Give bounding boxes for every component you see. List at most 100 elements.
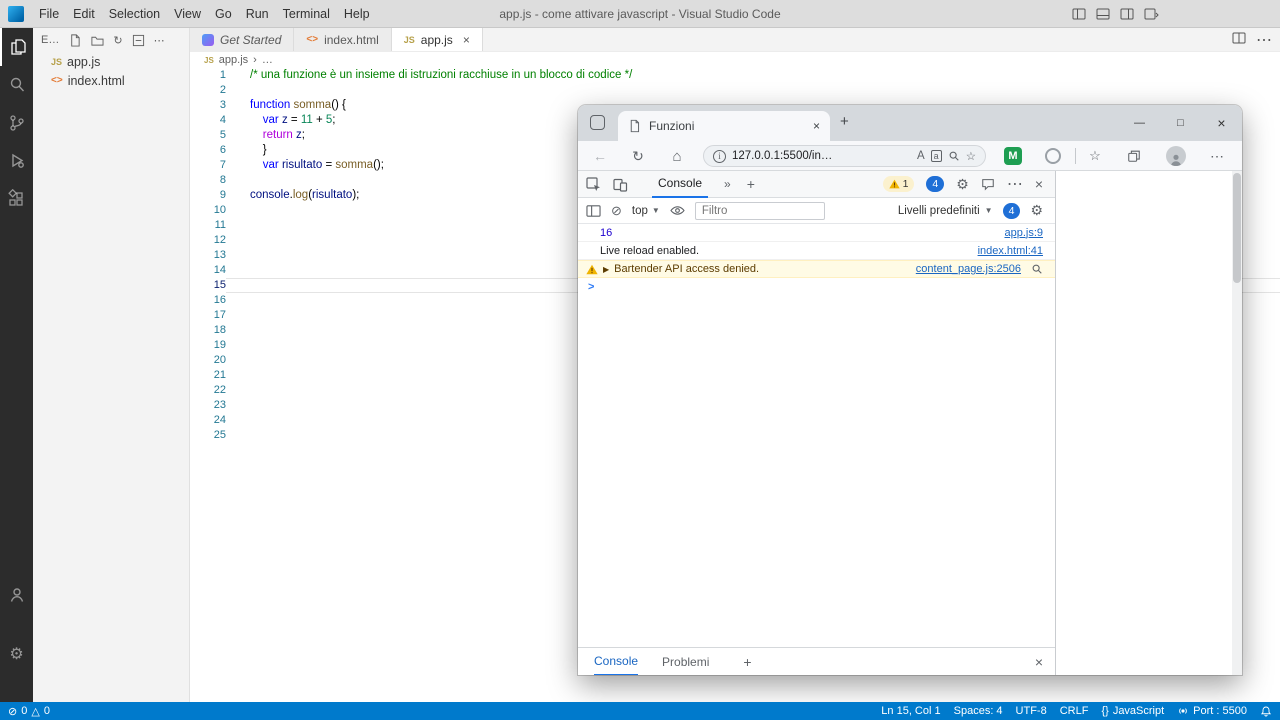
profile-avatar[interactable] <box>1166 141 1186 171</box>
messages-badge[interactable]: 4 <box>926 176 944 192</box>
customize-devtools-icon[interactable]: ⋯ <box>1007 174 1023 194</box>
console-sidebar-icon[interactable] <box>586 204 601 218</box>
extension-icon[interactable] <box>1044 141 1062 171</box>
menu-run[interactable]: Run <box>239 7 276 21</box>
tab-actions-menu-icon[interactable] <box>590 115 605 130</box>
customize-layout-icon[interactable] <box>1144 7 1160 21</box>
account-icon[interactable] <box>0 576 33 614</box>
errors-icon[interactable]: ⊘ <box>8 705 17 718</box>
encoding[interactable]: UTF-8 <box>1016 705 1047 717</box>
warning-count[interactable]: 0 <box>44 705 50 717</box>
new-folder-icon[interactable] <box>90 34 104 47</box>
close-devtools-icon[interactable]: × <box>1035 176 1043 192</box>
live-expression-eye-icon[interactable] <box>670 204 685 217</box>
menu-help[interactable]: Help <box>337 7 377 21</box>
file-item-index-html[interactable]: <> index.html <box>33 71 189 90</box>
back-icon[interactable]: ← <box>592 141 608 171</box>
error-count[interactable]: 0 <box>21 705 27 717</box>
console-prompt[interactable]: > <box>578 278 1055 296</box>
close-drawer-icon[interactable]: × <box>1035 654 1043 670</box>
menu-file[interactable]: File <box>32 7 66 21</box>
extensions-icon[interactable] <box>0 180 33 218</box>
add-favorite-icon[interactable]: ☆ <box>966 149 976 163</box>
menu-selection[interactable]: Selection <box>102 7 167 21</box>
scrollbar-thumb[interactable] <box>1233 173 1241 283</box>
extension-m-icon[interactable]: M <box>1004 147 1022 165</box>
settings-gear-icon[interactable]: ⚙ <box>0 636 33 674</box>
source-control-icon[interactable] <box>0 104 33 142</box>
menu-go[interactable]: Go <box>208 7 239 21</box>
add-tool-icon[interactable]: + <box>747 176 755 192</box>
address-bar[interactable]: i 127.0.0.1:5500/in… A a ☆ <box>703 145 986 167</box>
code-line-2[interactable]: 2 <box>190 83 1280 98</box>
refresh-icon[interactable]: ↻ <box>630 141 646 171</box>
new-tab-icon[interactable]: + <box>840 113 849 130</box>
tab-app-js[interactable]: JS app.js × <box>392 28 483 51</box>
cursor-position[interactable]: Ln 15, Col 1 <box>881 705 940 717</box>
search-icon[interactable] <box>0 66 33 104</box>
close-window-icon[interactable]: × <box>1201 105 1242 141</box>
site-info-icon[interactable]: i <box>713 150 726 163</box>
menu-terminal[interactable]: Terminal <box>276 7 337 21</box>
code-line-1[interactable]: 1/* una funzione è un insieme di istruzi… <box>190 68 1280 83</box>
run-debug-icon[interactable] <box>0 142 33 180</box>
feedback-icon[interactable] <box>981 177 995 191</box>
indentation[interactable]: Spaces: 4 <box>954 705 1003 717</box>
js-context-selector[interactable]: top ▼ <box>632 205 660 217</box>
language-mode[interactable]: {} JavaScript <box>1101 705 1164 717</box>
device-toolbar-icon[interactable] <box>613 177 628 192</box>
split-editor-icon[interactable] <box>1232 31 1246 50</box>
clear-console-icon[interactable]: ⊘ <box>611 203 622 219</box>
close-tab-icon[interactable]: × <box>463 33 470 47</box>
maximize-icon[interactable]: □ <box>1160 105 1201 141</box>
eol-sequence[interactable]: CRLF <box>1060 705 1089 717</box>
zoom-icon[interactable] <box>948 150 960 162</box>
source-link[interactable]: content_page.js:2506 <box>916 263 1021 275</box>
close-browser-tab-icon[interactable]: × <box>813 119 820 133</box>
page-scrollbar[interactable] <box>1232 171 1242 675</box>
console-filter-input[interactable] <box>695 202 825 220</box>
expand-icon[interactable]: ▶ <box>603 265 609 274</box>
search-source-icon[interactable] <box>1031 263 1043 275</box>
source-link[interactable]: app.js:9 <box>1004 227 1043 239</box>
collections-icon[interactable] <box>1124 141 1144 171</box>
inspect-element-icon[interactable] <box>586 177 601 192</box>
warnings-icon[interactable]: △ <box>31 705 39 718</box>
drawer-tab-problems[interactable]: Problemi <box>662 648 709 676</box>
tab-index-html[interactable]: <> index.html <box>294 28 391 51</box>
devtools-tab-console[interactable]: Console <box>652 171 708 198</box>
favorites-icon[interactable]: ☆ <box>1086 141 1104 171</box>
home-icon[interactable]: ⌂ <box>669 141 685 171</box>
breadcrumb[interactable]: JS app.js › … <box>190 52 1280 68</box>
read-aloud-icon[interactable]: A <box>917 150 925 162</box>
log-levels-dropdown[interactable]: Livelli predefiniti ▼ <box>898 205 993 217</box>
warnings-badge[interactable]: 1 <box>883 176 915 192</box>
more-actions-icon[interactable]: ⋯ <box>154 34 165 47</box>
console-settings-icon[interactable]: ⚙ <box>1030 202 1043 219</box>
file-item-app-js[interactable]: JS app.js <box>33 52 189 71</box>
tab-get-started[interactable]: Get Started <box>190 28 294 51</box>
toggle-panel-icon[interactable] <box>1096 7 1110 21</box>
browser-tab-funzioni[interactable]: Funzioni × <box>618 111 830 141</box>
live-server-port[interactable]: Port : 5500 <box>1177 705 1247 717</box>
notifications-bell-icon[interactable] <box>1260 705 1272 718</box>
more-editor-actions-icon[interactable]: ⋯ <box>1256 30 1272 50</box>
collapse-all-icon[interactable] <box>132 34 145 47</box>
translate-icon[interactable]: a <box>931 150 942 162</box>
minimize-icon[interactable]: — <box>1119 105 1160 141</box>
source-link[interactable]: index.html:41 <box>978 245 1043 257</box>
drawer-tab-console[interactable]: Console <box>594 648 638 676</box>
refresh-explorer-icon[interactable]: ↻ <box>113 34 122 47</box>
menu-edit[interactable]: Edit <box>66 7 102 21</box>
messages-count-badge[interactable]: 4 <box>1003 203 1021 219</box>
console-empty-area[interactable] <box>578 296 1055 647</box>
toggle-secondary-sidebar-icon[interactable] <box>1120 7 1134 21</box>
toggle-sidebar-icon[interactable] <box>1072 7 1086 21</box>
new-file-icon[interactable] <box>68 33 81 47</box>
add-drawer-tool-icon[interactable]: + <box>743 654 751 670</box>
explorer-icon[interactable] <box>0 28 33 66</box>
console-warning-row[interactable]: ▶ Bartender API access denied. content_p… <box>578 260 1055 278</box>
devtools-settings-icon[interactable]: ⚙ <box>956 176 969 193</box>
menu-view[interactable]: View <box>167 7 208 21</box>
settings-more-icon[interactable]: ⋯ <box>1208 141 1226 171</box>
